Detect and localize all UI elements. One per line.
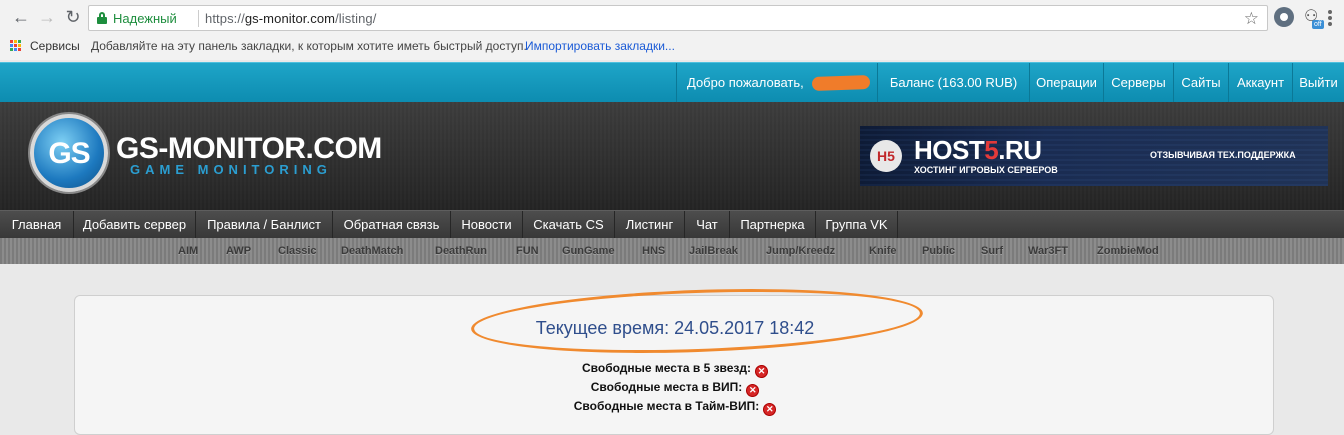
category-deathmatch[interactable]: DeathMatch [341,245,403,257]
url-scheme: https:// [205,11,245,26]
category-war3ft[interactable]: War3FT [1028,245,1068,257]
site-logo[interactable]: GS [30,114,108,192]
unavailable-icon: ✕ [755,365,769,378]
unavailable-icon: ✕ [763,403,777,416]
bookmark-star-icon[interactable]: ☆ [1244,9,1259,29]
secure-label: Надежный [113,11,177,26]
category-knife[interactable]: Knife [869,245,897,257]
nav-add-server[interactable]: Добавить сервер [74,211,196,238]
category-deathrun[interactable]: DeathRun [435,245,487,257]
nav-listing[interactable]: Листинг [615,211,685,238]
balance-link[interactable]: Баланс (163.00 RUB) [877,63,1029,103]
bookmarks-bar: Сервисы Добавляйте на эту панель закладк… [0,36,1344,58]
apps-grid-icon[interactable] [10,40,22,52]
unavailable-icon: ✕ [746,384,760,397]
extension-eye-icon[interactable] [1274,7,1294,27]
banner-title-c: .RU [998,135,1042,165]
account-link[interactable]: Аккаунт [1228,63,1292,103]
banner-title: HOST5.RU [914,135,1042,166]
sites-link[interactable]: Сайты [1173,63,1228,103]
banner-subtitle: ХОСТИНГ ИГРОВЫХ СЕРВЕРОВ [914,165,1058,175]
import-bookmarks-link[interactable]: Импортировать закладки... [525,39,675,53]
logo-text: GS [48,137,90,170]
category-hns[interactable]: HNS [642,245,665,257]
category-public[interactable]: Public [922,245,955,257]
free-slots-time-vip-label: Свободные места в Тайм-ВИП: [573,399,760,413]
url-text[interactable]: https://gs-monitor.com/listing/ [205,11,376,26]
extension-off-badge: off [1312,20,1324,29]
browser-chrome: ← → ↻ Надежный https://gs-monitor.com/li… [0,0,1344,60]
nav-news[interactable]: Новости [451,211,523,238]
free-slots-vip: Свободные места в ВИП: ✕ [75,380,1275,397]
nav-rules-banlist[interactable]: Правила / Банлист [196,211,333,238]
extension-off-icon[interactable]: ⚇ off [1304,6,1324,29]
lock-icon [97,12,107,24]
url-host: gs-monitor.com [244,11,336,26]
category-fun[interactable]: FUN [516,245,539,257]
banner-badge: H5 [870,140,902,172]
nav-home[interactable]: Главная [0,211,74,238]
nav-download-cs[interactable]: Скачать CS [523,211,615,238]
address-divider [198,10,199,27]
operations-link[interactable]: Операции [1029,63,1103,103]
nav-vk-group[interactable]: Группа VK [816,211,898,238]
url-path: /listing/ [335,11,377,26]
servers-link[interactable]: Серверы [1103,63,1173,103]
banner-title-a: HOST [914,135,985,165]
free-slots-5stars: Свободные места в 5 звезд: ✕ [75,361,1275,378]
category-awp[interactable]: AWP [226,245,251,257]
logout-link[interactable]: Выйти [1292,63,1344,103]
banner-right-text: ОТЗЫВЧИВАЯ ТЕХ.ПОДДЕРЖКА [1150,150,1296,160]
current-time: Текущее время: 24.05.2017 18:42 [535,318,815,338]
brand-tagline: GAME MONITORING [130,162,332,177]
bookmarks-hint: Добавляйте на эту панель закладки, к кот… [91,39,527,53]
reload-icon[interactable]: ↻ [62,6,84,28]
category-jump-kreedz[interactable]: Jump/Kreedz [766,245,835,257]
category-surf[interactable]: Surf [981,245,1003,257]
username-redaction [811,74,871,92]
nav-feedback[interactable]: Обратная связь [333,211,451,238]
browser-menu-icon[interactable] [1328,10,1332,28]
free-slots-time-vip: Свободные места в Тайм-ВИП: ✕ [75,399,1275,416]
brand-name: GS-MONITOR.COM [116,132,382,165]
main-nav: Главная Добавить сервер Правила / Банлис… [0,210,1344,238]
site-header: GS GS-MONITOR.COM GAME MONITORING H5 HOS… [0,102,1344,210]
nav-partner[interactable]: Партнерка [730,211,816,238]
address-bar[interactable]: Надежный https://gs-monitor.com/listing/… [88,5,1268,31]
ad-banner[interactable]: H5 HOST5.RU ХОСТИНГ ИГРОВЫХ СЕРВЕРОВ ОТЗ… [860,126,1328,186]
category-zombiemod[interactable]: ZombieMod [1097,245,1159,257]
bookmark-services[interactable]: Сервисы [30,39,80,53]
free-slots-5stars-label: Свободные места в 5 звезд: [581,361,752,375]
free-slots-vip-label: Свободные места в ВИП: [590,380,743,394]
nav-chat[interactable]: Чат [685,211,730,238]
category-bar: AIM AWP Classic DeathMatch DeathRun FUN … [0,238,1344,264]
back-icon[interactable]: ← [10,6,32,28]
category-aim[interactable]: AIM [178,245,198,257]
forward-icon[interactable]: → [36,6,58,28]
category-gungame[interactable]: GunGame [562,245,615,257]
user-topbar: Добро пожаловать, Баланс (163.00 RUB) Оп… [0,62,1344,103]
banner-title-b: 5 [984,135,999,165]
listing-panel: Текущее время: 24.05.2017 18:42 Свободны… [74,282,1275,435]
category-classic[interactable]: Classic [278,245,317,257]
category-jailbreak[interactable]: JailBreak [689,245,738,257]
